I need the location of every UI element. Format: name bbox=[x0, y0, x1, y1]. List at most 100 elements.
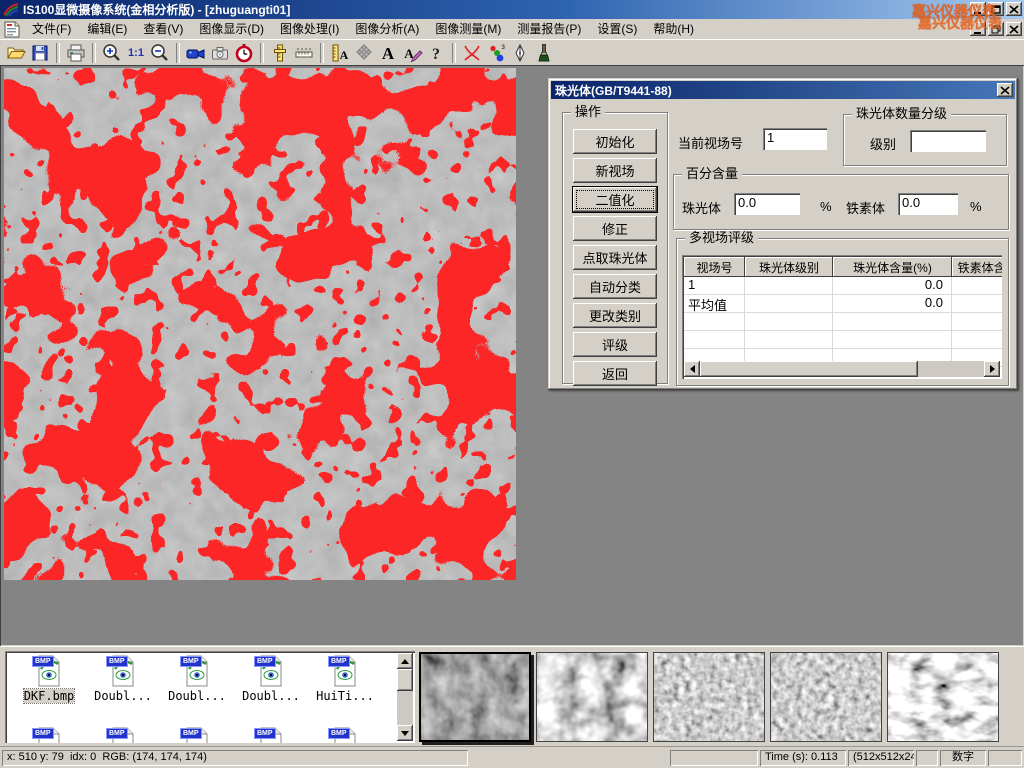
resolution-panel: (512x512x24) bbox=[848, 750, 914, 766]
open-icon[interactable] bbox=[4, 42, 28, 64]
level-input[interactable] bbox=[910, 130, 986, 152]
close-button[interactable] bbox=[1006, 2, 1022, 16]
zoom-out-icon[interactable] bbox=[148, 42, 172, 64]
scroll-up-button[interactable] bbox=[397, 653, 413, 669]
file-name[interactable]: Doubl... bbox=[168, 689, 226, 703]
curve-tool-icon[interactable] bbox=[460, 42, 484, 64]
file-item[interactable]: BMP Doubl... bbox=[235, 655, 307, 703]
camera-icon[interactable] bbox=[208, 42, 232, 64]
binarize-button[interactable]: 二值化 bbox=[573, 187, 657, 212]
save-icon[interactable] bbox=[28, 42, 52, 64]
table-row-empty bbox=[684, 313, 1002, 331]
menu-image-measure[interactable]: 图像测量(M) bbox=[427, 20, 509, 39]
return-button[interactable]: 返回 bbox=[573, 361, 657, 386]
multiview-table[interactable]: 视场号 珠光体级别 珠光体含量(%) 铁素体含量(%) 1 0.0 平均值 0.… bbox=[682, 255, 1002, 379]
vertical-caliper-icon[interactable] bbox=[268, 42, 292, 64]
change-class-button[interactable]: 更改类别 bbox=[573, 303, 657, 328]
percent-group: 百分含量 珠光体 0.0 % 铁素体 0.0 % bbox=[673, 174, 1009, 230]
file-item[interactable]: BMP Doubl... bbox=[87, 655, 159, 703]
current-field-input[interactable]: 1 bbox=[763, 128, 827, 150]
file-item[interactable]: BMP bbox=[87, 727, 159, 743]
pick-pearlite-button[interactable]: 点取珠光体 bbox=[573, 245, 657, 270]
toolbar-separator bbox=[320, 43, 324, 63]
table-horizontal-scrollbar[interactable] bbox=[684, 361, 1000, 377]
scrollbar-thumb[interactable] bbox=[700, 361, 918, 377]
table-row[interactable]: 1 0.0 bbox=[684, 277, 1002, 295]
bmp-badge: BMP bbox=[254, 656, 276, 667]
help-icon[interactable]: ? bbox=[424, 42, 448, 64]
file-item[interactable]: BMP HuiTi... bbox=[309, 655, 381, 703]
move-cross-icon[interactable] bbox=[352, 42, 376, 64]
scroll-left-button[interactable] bbox=[684, 361, 700, 377]
dialog-title-bar[interactable]: 珠光体(GB/T9441-88) bbox=[551, 81, 1015, 99]
horizontal-ruler-icon[interactable] bbox=[292, 42, 316, 64]
empty-panel bbox=[916, 750, 938, 766]
menu-image-process[interactable]: 图像处理(I) bbox=[272, 20, 347, 39]
bmp-file-icon: BMP bbox=[184, 655, 210, 687]
color-classify-points-icon[interactable]: 3 bbox=[484, 42, 508, 64]
thumbnail-1[interactable] bbox=[419, 652, 531, 742]
thumbnail-2[interactable] bbox=[536, 652, 648, 742]
menu-help[interactable]: 帮助(H) bbox=[645, 20, 702, 39]
pearlite-percent-input[interactable]: 0.0 bbox=[734, 193, 800, 215]
initialize-button[interactable]: 初始化 bbox=[573, 129, 657, 154]
file-name[interactable]: HuiTi... bbox=[316, 689, 374, 703]
correct-button[interactable]: 修正 bbox=[573, 216, 657, 241]
thumbnail-3[interactable] bbox=[653, 652, 765, 742]
toolbar-separator bbox=[452, 43, 456, 63]
application-window: IS100显微摄像系统(金相分析版) - [zhuguangti01] 嘉兴仪器… bbox=[0, 0, 1024, 768]
text-annotation-icon[interactable]: A bbox=[376, 42, 400, 64]
thumbnail-4[interactable] bbox=[770, 652, 882, 742]
ferrite-percent-input[interactable]: 0.0 bbox=[898, 193, 958, 215]
video-camera-icon[interactable] bbox=[184, 42, 208, 64]
menu-edit[interactable]: 编辑(E) bbox=[79, 20, 135, 39]
thumbnail-5[interactable] bbox=[887, 652, 999, 742]
timer-icon[interactable] bbox=[232, 42, 256, 64]
calibration-ruler-icon[interactable]: A bbox=[328, 42, 352, 64]
toolbar: 1:1 A A A bbox=[0, 39, 1024, 65]
table-row[interactable]: 平均值 0.0 bbox=[684, 295, 1002, 313]
menu-settings[interactable]: 设置(S) bbox=[589, 20, 645, 39]
header-ferrite[interactable]: 铁素体含量(%) bbox=[952, 257, 1002, 277]
actual-size-icon[interactable]: 1:1 bbox=[124, 42, 148, 64]
menu-image-display[interactable]: 图像显示(D) bbox=[191, 20, 272, 39]
file-item[interactable]: BMP Doubl... bbox=[161, 655, 233, 703]
bmp-badge: BMP bbox=[180, 656, 202, 667]
bmp-file-icon: BMP bbox=[332, 727, 358, 743]
zoom-in-icon[interactable] bbox=[100, 42, 124, 64]
file-name[interactable]: DKF.bmp bbox=[24, 689, 75, 703]
file-name[interactable]: Doubl... bbox=[242, 689, 300, 703]
scroll-right-button[interactable] bbox=[984, 361, 1000, 377]
new-field-button[interactable]: 新视场 bbox=[573, 158, 657, 183]
print-icon[interactable] bbox=[64, 42, 88, 64]
child-close-button[interactable] bbox=[1006, 22, 1022, 36]
header-pearlite[interactable]: 珠光体含量(%) bbox=[833, 257, 952, 277]
file-item[interactable]: BMP bbox=[309, 727, 381, 743]
time-panel: Time (s): 0.113 bbox=[760, 750, 846, 766]
menu-file[interactable]: 文件(F) bbox=[24, 20, 79, 39]
percent-sign: % bbox=[820, 199, 832, 214]
menu-measure-report[interactable]: 测量报告(P) bbox=[509, 20, 589, 39]
menu-view[interactable]: 查看(V) bbox=[135, 20, 191, 39]
dialog-title: 珠光体(GB/T9441-88) bbox=[555, 82, 672, 99]
menu-image-analysis[interactable]: 图像分析(A) bbox=[347, 20, 427, 39]
file-list-scrollbar[interactable] bbox=[397, 653, 413, 741]
scroll-down-button[interactable] bbox=[397, 725, 413, 741]
file-item[interactable]: BMP DKF.bmp bbox=[13, 655, 85, 703]
auto-classify-button[interactable]: 自动分类 bbox=[573, 274, 657, 299]
file-item[interactable]: BMP bbox=[161, 727, 233, 743]
operations-group: 操作 初始化 新视场 二值化 修正 点取珠光体 自动分类 更改类别 评级 返回 bbox=[562, 112, 668, 384]
scrollbar-thumb[interactable] bbox=[397, 669, 413, 691]
file-item[interactable]: BMP bbox=[235, 727, 307, 743]
text-edit-icon[interactable]: A bbox=[400, 42, 424, 64]
file-item[interactable]: BMP bbox=[13, 727, 85, 743]
micrograph-image[interactable] bbox=[4, 68, 516, 580]
bmp-file-icon: BMP bbox=[110, 655, 136, 687]
file-name[interactable]: Doubl... bbox=[94, 689, 152, 703]
grade-button[interactable]: 评级 bbox=[573, 332, 657, 357]
brush-icon[interactable] bbox=[532, 42, 556, 64]
header-grade[interactable]: 珠光体级别 bbox=[745, 257, 833, 277]
header-field[interactable]: 视场号 bbox=[684, 257, 745, 277]
dialog-close-button[interactable] bbox=[997, 83, 1013, 97]
pen-icon[interactable] bbox=[508, 42, 532, 64]
